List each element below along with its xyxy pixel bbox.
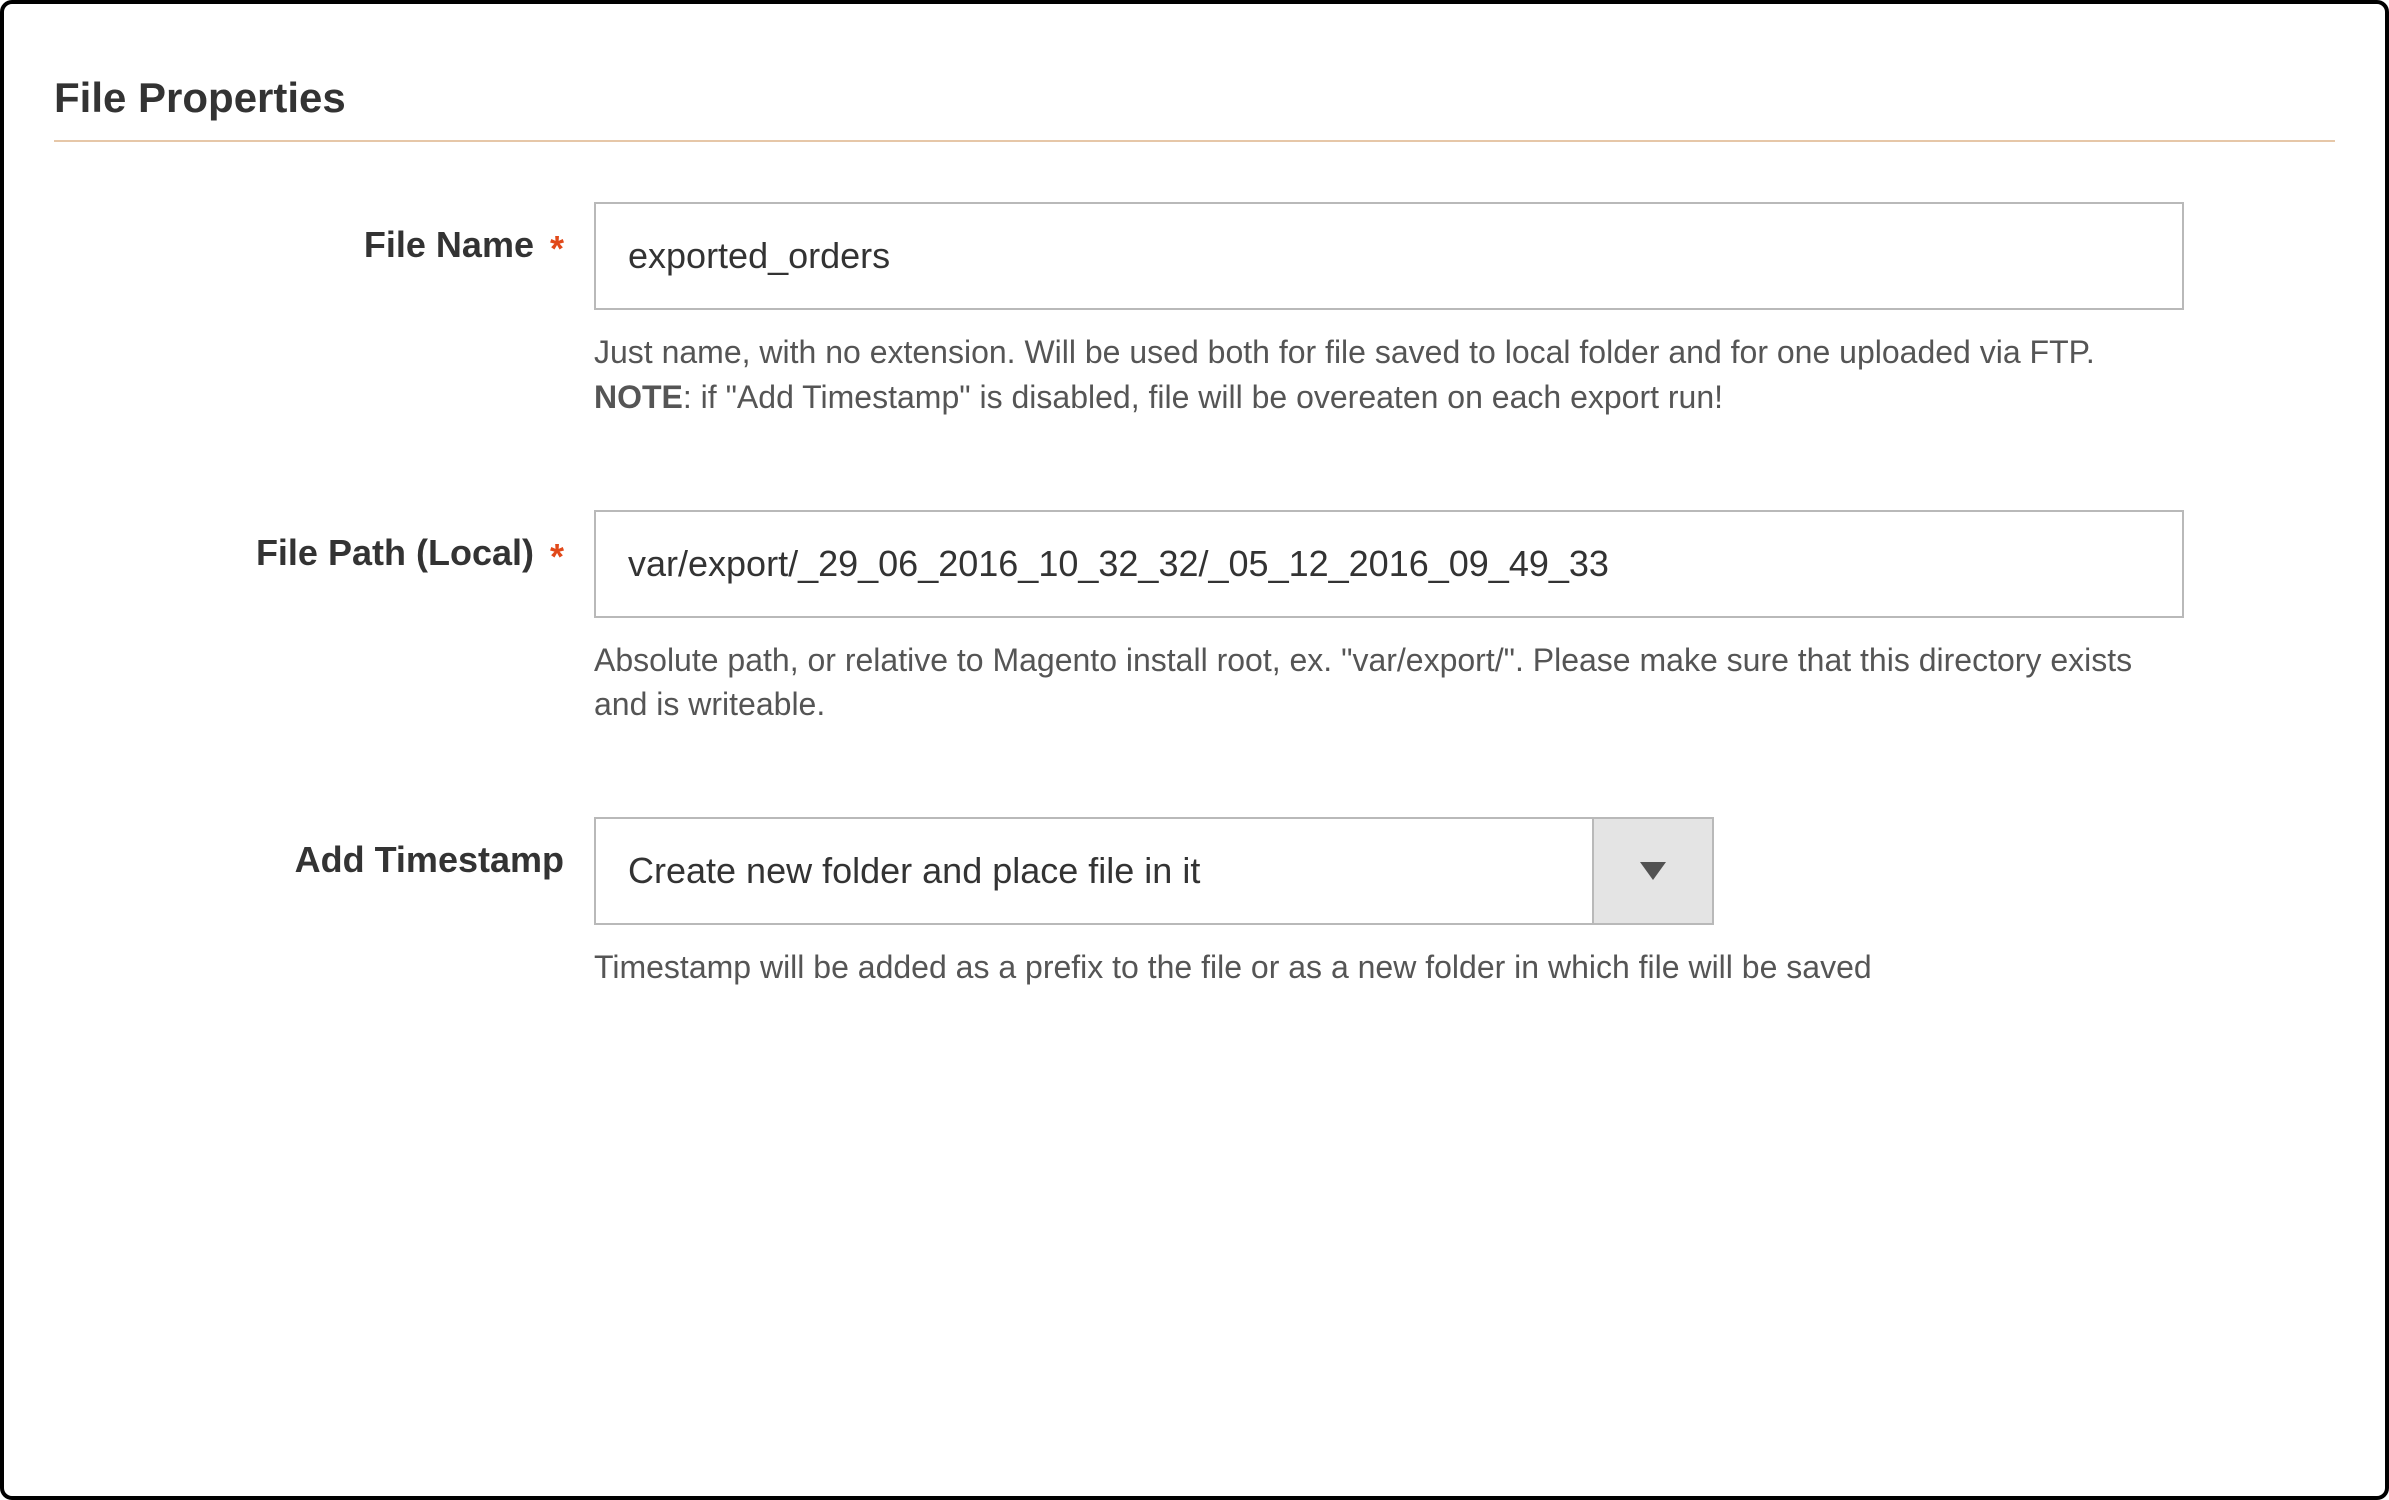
required-asterisk-icon: *: [550, 231, 564, 267]
required-asterisk-icon: *: [550, 539, 564, 575]
file-name-row: File Name * Just name, with no extension…: [54, 202, 2335, 420]
file-path-row: File Path (Local) * Absolute path, or re…: [54, 510, 2335, 728]
file-name-label: File Name: [364, 224, 534, 266]
file-name-help: Just name, with no extension. Will be us…: [594, 330, 2154, 420]
add-timestamp-selected-value[interactable]: Create new folder and place file in it: [594, 817, 1714, 925]
add-timestamp-label: Add Timestamp: [295, 839, 564, 881]
file-name-input[interactable]: [594, 202, 2184, 310]
add-timestamp-label-col: Add Timestamp: [54, 817, 594, 881]
file-path-input[interactable]: [594, 510, 2184, 618]
section-title: File Properties: [54, 74, 2335, 122]
file-name-label-col: File Name *: [54, 202, 594, 266]
file-properties-panel: File Properties File Name * Just name, w…: [0, 0, 2389, 1500]
add-timestamp-control: Create new folder and place file in it T…: [594, 817, 2184, 990]
section-divider: [54, 140, 2335, 142]
add-timestamp-row: Add Timestamp Create new folder and plac…: [54, 817, 2335, 990]
add-timestamp-dropdown-button[interactable]: [1592, 819, 1712, 923]
file-path-label-col: File Path (Local) *: [54, 510, 594, 574]
add-timestamp-help: Timestamp will be added as a prefix to t…: [594, 945, 2154, 990]
add-timestamp-select[interactable]: Create new folder and place file in it: [594, 817, 1714, 925]
file-name-help-post: : if "Add Timestamp" is disabled, file w…: [683, 379, 1723, 415]
file-name-control: Just name, with no extension. Will be us…: [594, 202, 2184, 420]
file-path-help: Absolute path, or relative to Magento in…: [594, 638, 2154, 728]
file-name-help-pre: Just name, with no extension. Will be us…: [594, 334, 2095, 370]
chevron-down-icon: [1640, 862, 1666, 880]
file-path-label: File Path (Local): [256, 532, 534, 574]
file-path-control: Absolute path, or relative to Magento in…: [594, 510, 2184, 728]
file-name-help-bold: NOTE: [594, 379, 683, 415]
